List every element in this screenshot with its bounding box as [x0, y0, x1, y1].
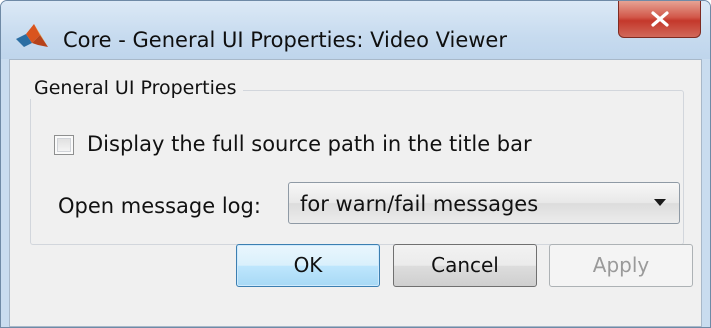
close-button[interactable]: [618, 1, 701, 38]
apply-button[interactable]: Apply: [549, 244, 693, 287]
full-source-path-checkbox[interactable]: [54, 135, 74, 155]
close-icon: [651, 11, 669, 27]
dialog-window: Core - General UI Properties: Video View…: [0, 0, 711, 328]
full-source-path-label[interactable]: Display the full source path in the titl…: [87, 132, 532, 156]
ok-button[interactable]: OK: [236, 244, 380, 287]
dialog-content: General UI Properties Display the full s…: [9, 59, 702, 327]
message-log-label: Open message log:: [58, 194, 261, 218]
title-bar[interactable]: Core - General UI Properties: Video View…: [1, 1, 710, 59]
message-log-dropdown[interactable]: for warn/fail messages: [288, 182, 680, 224]
window-title: Core - General UI Properties: Video View…: [63, 28, 507, 52]
group-title: General UI Properties: [28, 77, 243, 99]
cancel-button[interactable]: Cancel: [393, 244, 537, 287]
chevron-down-icon: [654, 199, 666, 206]
matlab-icon: [14, 23, 50, 49]
message-log-selected-value: for warn/fail messages: [300, 192, 539, 216]
